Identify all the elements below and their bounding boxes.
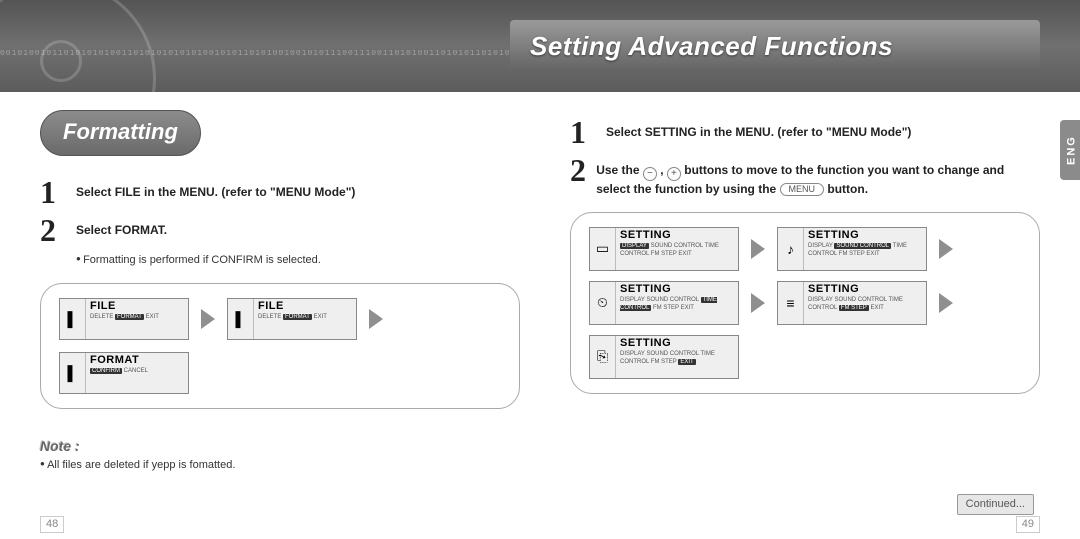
arrow-icon (751, 293, 765, 313)
lcd-grid: ▭ SETTING DISPLAY SOUND CONTROL TIME CONTR… (570, 212, 1040, 394)
lcd-title: SETTING (808, 230, 922, 241)
arrow-icon (751, 239, 765, 259)
step-text: Select FORMAT. (76, 214, 167, 239)
minus-icon: − (643, 167, 657, 181)
lcd-options: DELETE FORMAT EXIT (258, 314, 352, 322)
lcd-screen: ♪ SETTING DISPLAY SOUND CONTROL TIME CONTR… (777, 227, 927, 271)
language-tab: ENG (1060, 120, 1080, 180)
topic-heading: Formatting (40, 110, 201, 156)
lcd-screen: ⏲ SETTING DISPLAY SOUND CONTROL TIME CONTR… (589, 281, 739, 325)
lcd-sequence: ▌ FILE DELETE FORMAT EXIT ▌ FILE DELETE FORM… (40, 283, 520, 409)
lcd-title: SETTING (620, 338, 734, 349)
step-number: 1 (40, 176, 68, 208)
lcd-icon: ▌ (228, 299, 254, 339)
lcd-icon: ⎘ (590, 336, 616, 378)
lcd-options: DISPLAY SOUND CONTROL TIME CONTROL FM ST… (620, 243, 734, 259)
lcd-options: DISPLAY SOUND CONTROL TIME CONTROL FM ST… (620, 351, 734, 367)
lcd-title: SETTING (620, 230, 734, 241)
lcd-title: FORMAT (90, 355, 184, 366)
step-1: 1 Select SETTING in the MENU. (refer to … (570, 116, 1040, 148)
step-number: 1 (570, 116, 598, 148)
step-text: Use the − , + buttons to move to the fun… (596, 154, 1040, 198)
lcd-screen: ▭ SETTING DISPLAY SOUND CONTROL TIME CONTR… (589, 227, 739, 271)
lcd-options: DISPLAY SOUND CONTROL TIME CONTROL FM ST… (808, 297, 922, 313)
menu-button-graphic: MENU (780, 183, 825, 196)
header-banner: 0010100101101010101001101010101010100101… (0, 0, 1080, 92)
lcd-icon: ≡ (778, 282, 804, 324)
lcd-title: FILE (258, 301, 352, 312)
page-number-right: 49 (1016, 516, 1040, 533)
lcd-icon: ⏲ (590, 282, 616, 324)
step-text: Select FILE in the MENU. (refer to "MENU… (76, 176, 355, 201)
arrow-icon (369, 309, 383, 329)
page-49: 1 Select SETTING in the MENU. (refer to … (570, 110, 1040, 519)
arrow-icon (939, 293, 953, 313)
step-2: 2 Use the − , + buttons to move to the f… (570, 154, 1040, 198)
lcd-title: SETTING (620, 284, 734, 295)
page-48: Formatting 1 Select FILE in the MENU. (r… (40, 110, 520, 519)
step-number: 2 (570, 154, 588, 186)
section-title: Setting Advanced Functions (530, 33, 893, 59)
section-title-panel: Setting Advanced Functions (510, 20, 1040, 72)
lcd-icon: ▭ (590, 228, 616, 270)
step-2: 2 Select FORMAT. (40, 214, 520, 246)
lcd-title: SETTING (808, 284, 922, 295)
lcd-icon: ♪ (778, 228, 804, 270)
step-2-note: Formatting is performed if CONFIRM is se… (76, 252, 520, 269)
lcd-options: DISPLAY SOUND CONTROL TIME CONTROL FM ST… (808, 243, 922, 259)
lcd-icon: ▌ (60, 353, 86, 393)
lcd-screen: ▌ FILE DELETE FORMAT EXIT (59, 298, 189, 340)
lcd-screen: ≡ SETTING DISPLAY SOUND CONTROL TIME CONTR… (777, 281, 927, 325)
continued-label: Continued... (957, 494, 1034, 515)
lcd-screen: ▌ FORMAT CONFIRM CANCEL (59, 352, 189, 394)
note-label: Note : (40, 439, 520, 453)
arrow-icon (201, 309, 215, 329)
arrow-icon (939, 239, 953, 259)
lcd-icon: ▌ (60, 299, 86, 339)
step-1: 1 Select FILE in the MENU. (refer to "ME… (40, 176, 520, 208)
lcd-options: CONFIRM CANCEL (90, 368, 184, 376)
note-body: All files are deleted if yepp is fomatte… (40, 457, 520, 474)
step-text: Select SETTING in the MENU. (refer to "M… (606, 116, 911, 141)
lcd-screen: ▌ FILE DELETE FORMAT EXIT (227, 298, 357, 340)
lcd-options: DISPLAY SOUND CONTROL TIME CONTROL FM ST… (620, 297, 734, 313)
lcd-title: FILE (90, 301, 184, 312)
page-number-left: 48 (40, 516, 64, 533)
plus-icon: + (667, 167, 681, 181)
lcd-screen: ⎘ SETTING DISPLAY SOUND CONTROL TIME CONTR… (589, 335, 739, 379)
lcd-options: DELETE FORMAT EXIT (90, 314, 184, 322)
step-number: 2 (40, 214, 68, 246)
